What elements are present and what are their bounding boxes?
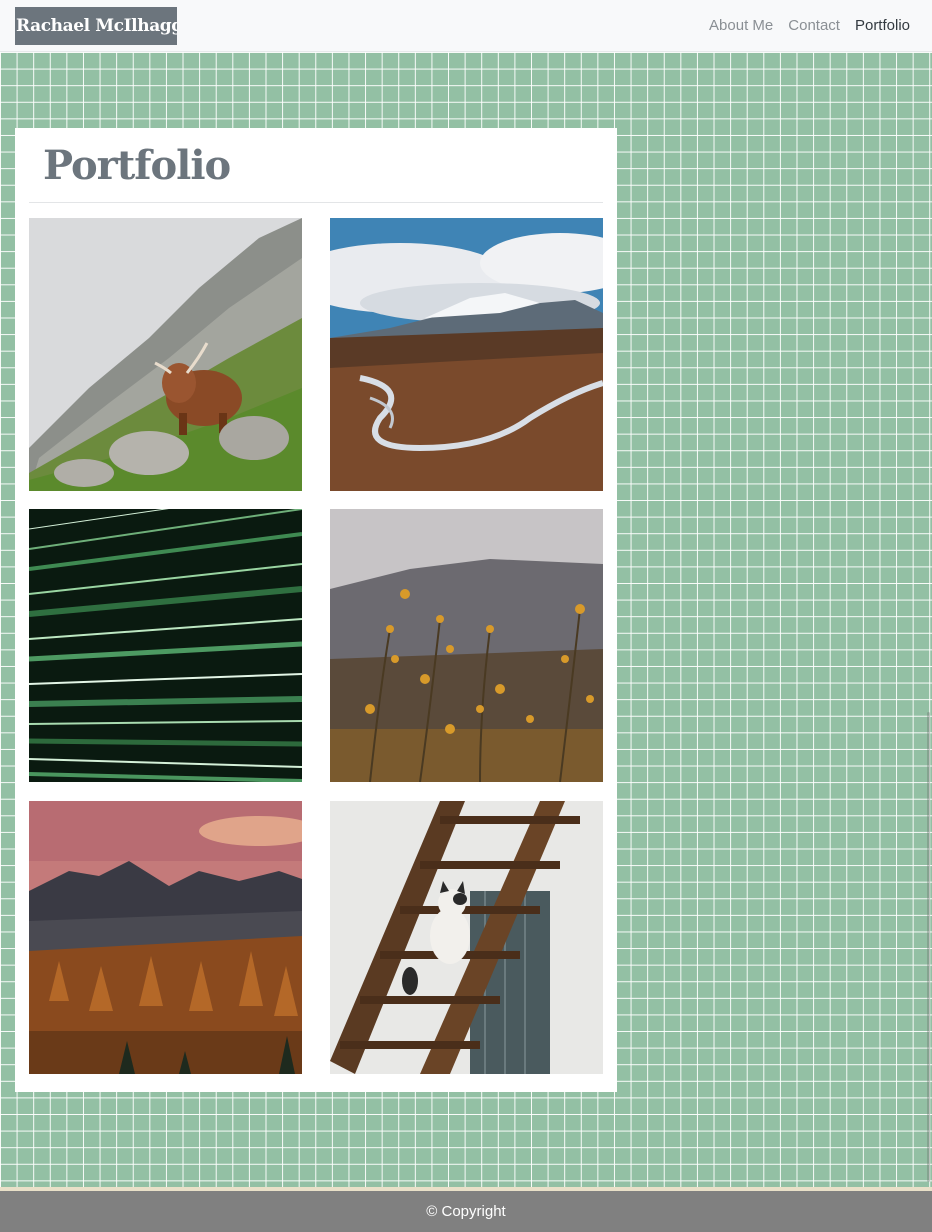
photo-autumn-forest[interactable]: [29, 801, 302, 1074]
nav-link-about-me[interactable]: About Me: [709, 17, 773, 34]
wildflowers-image: [330, 509, 603, 782]
copyright-text: © Copyright: [426, 1203, 506, 1220]
navbar: Rachael McIlhagga About Me Contact Portf…: [0, 0, 932, 52]
highland-cow-image: [29, 218, 302, 491]
photo-highland-cow[interactable]: [29, 218, 302, 491]
footer: © Copyright: [0, 1191, 932, 1232]
cat-on-stairs-image: [330, 801, 603, 1074]
title-divider: [29, 202, 603, 203]
mountain-valley-image: [330, 218, 603, 491]
page-title: Portfolio: [43, 142, 231, 189]
autumn-forest-image: [29, 801, 302, 1074]
nav-links: About Me Contact Portfolio: [694, 17, 910, 34]
page-scrollbar[interactable]: [927, 712, 930, 1182]
brand-logo[interactable]: Rachael McIlhagga: [15, 6, 177, 45]
photo-cat-on-stairs[interactable]: [330, 801, 603, 1074]
light-streaks-image: [29, 509, 302, 782]
photo-mountain-valley[interactable]: [330, 218, 603, 491]
photo-light-streaks[interactable]: [29, 509, 302, 782]
nav-link-portfolio[interactable]: Portfolio: [855, 17, 910, 34]
photo-wildflowers[interactable]: [330, 509, 603, 782]
nav-link-contact[interactable]: Contact: [788, 17, 840, 34]
portfolio-card: Portfolio: [15, 128, 617, 1092]
